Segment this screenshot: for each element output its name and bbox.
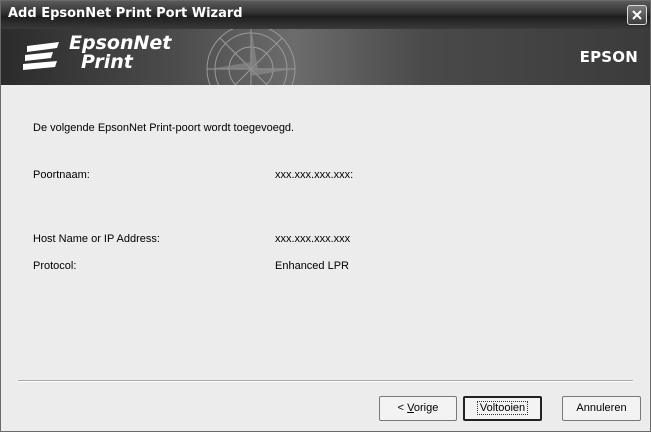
epsonnet-print-logo: EpsonNet Print [69, 34, 171, 72]
back-button[interactable]: < Vorige [379, 396, 457, 421]
epson-brand: EPSON [579, 48, 638, 66]
logo-line-2: Print [81, 51, 133, 73]
finish-label: Voltooien [476, 401, 529, 415]
epsonnet-logo-icon [23, 42, 59, 70]
cancel-label: Annuleren [576, 402, 627, 414]
window-title: Add EpsonNet Print Port Wizard [8, 6, 243, 21]
wizard-window: Add EpsonNet Print Port Wizard EpsonNet … [0, 0, 651, 432]
port-name-value: xxx.xxx.xxx.xxx: [275, 169, 354, 181]
close-button[interactable] [627, 5, 647, 25]
port-name-label: Poortnaam: [33, 169, 90, 181]
button-separator [18, 380, 633, 382]
close-icon [632, 10, 642, 20]
host-label: Host Name or IP Address: [33, 233, 160, 245]
intro-text: De volgende EpsonNet Print-poort wordt t… [33, 122, 295, 134]
wizard-content: De volgende EpsonNet Print-poort wordt t… [1, 85, 650, 381]
finish-button[interactable]: Voltooien [463, 396, 542, 421]
host-value: xxx.xxx.xxx.xxx [275, 233, 351, 245]
protocol-value: Enhanced LPR [275, 260, 349, 272]
compass-graphic [206, 29, 296, 85]
back-label: orige [413, 402, 439, 414]
cancel-button[interactable]: Annuleren [562, 396, 641, 421]
title-bar[interactable]: Add EpsonNet Print Port Wizard [1, 1, 650, 29]
header-banner: EpsonNet Print EPSON [1, 29, 650, 85]
back-accelerator: V [407, 402, 414, 414]
protocol-label: Protocol: [33, 260, 77, 272]
